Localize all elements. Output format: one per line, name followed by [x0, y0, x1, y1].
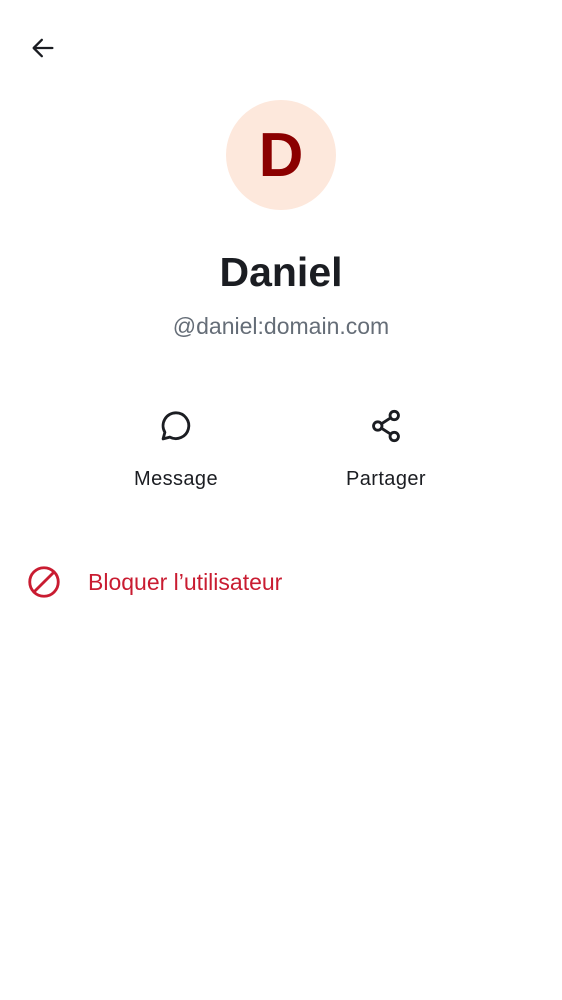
- share-icon: [366, 406, 406, 446]
- block-icon: [26, 564, 62, 600]
- back-button[interactable]: [20, 27, 66, 73]
- block-user-button[interactable]: Bloquer l’utilisateur: [0, 552, 562, 612]
- avatar-initial: D: [258, 121, 304, 190]
- block-user-label: Bloquer l’utilisateur: [88, 568, 283, 595]
- message-label: Message: [134, 468, 218, 490]
- user-id: @daniel:domain.com: [172, 313, 390, 339]
- display-name: Daniel: [219, 249, 343, 295]
- avatar: D: [226, 100, 336, 210]
- share-button[interactable]: Partager: [306, 398, 466, 508]
- chat-bubble-icon: [156, 406, 196, 446]
- message-button[interactable]: Message: [96, 398, 256, 508]
- arrow-left-icon: [29, 34, 57, 67]
- share-label: Partager: [346, 468, 426, 490]
